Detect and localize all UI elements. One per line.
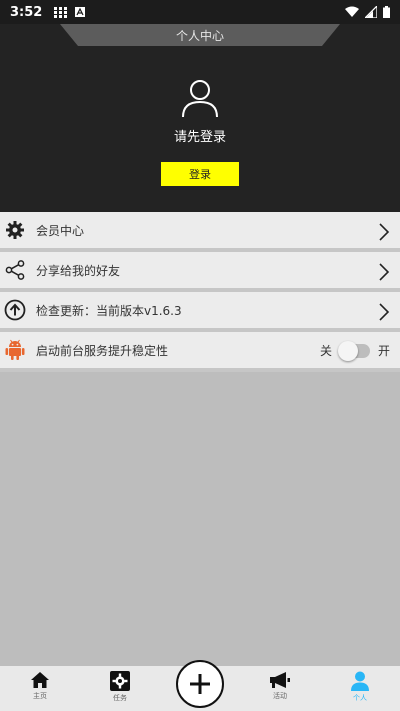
status-bar: 3:52	[0, 0, 400, 24]
toggle-knob	[337, 340, 358, 361]
battery-icon	[383, 6, 390, 18]
menu-item-share[interactable]: 分享给我的好友	[0, 252, 400, 292]
nav-label: 任务	[113, 694, 127, 702]
nav-label: 主页	[33, 692, 47, 700]
nav-label: 活动	[273, 692, 287, 700]
foreground-service-toggle[interactable]	[337, 340, 370, 361]
wifi-icon	[345, 6, 359, 17]
menu-item-check-update[interactable]: 检查更新：当前版本v1.6.3	[0, 292, 400, 332]
menu-item-foreground-service: 启动前台服务提升稳定性 关 开	[0, 332, 400, 372]
page-title: 个人中心	[175, 29, 224, 43]
chevron-right-icon	[379, 303, 390, 321]
share-icon	[4, 259, 26, 281]
notification-icons	[54, 6, 86, 18]
home-icon	[31, 672, 49, 688]
toggle-off-label: 关	[319, 344, 332, 358]
settings-menu: 会员中心 分享给我的好友 检查更新：当前版本v1.6.3 启动前台服务提升稳定性…	[0, 212, 400, 372]
login-prompt: 请先登录	[173, 130, 226, 145]
upload-circle-icon	[4, 299, 26, 321]
title-tab: 个人中心	[60, 24, 340, 46]
nav-item-profile[interactable]: 个人	[320, 666, 400, 711]
nav-item-activity[interactable]: 活动	[240, 666, 320, 711]
login-button[interactable]: 登录	[161, 162, 239, 186]
task-gear-icon	[110, 671, 130, 691]
chevron-right-icon	[379, 223, 390, 241]
toggle-on-label: 开	[377, 344, 390, 358]
nav-label: 个人	[353, 694, 367, 702]
nav-item-task[interactable]: 任务	[80, 666, 160, 711]
signal-icon	[365, 6, 377, 18]
menu-item-label: 检查更新：当前版本v1.6.3	[36, 303, 182, 318]
system-icons	[345, 6, 390, 18]
nav-item-home[interactable]: 主页	[0, 666, 80, 711]
menu-item-label: 启动前台服务提升稳定性	[36, 343, 169, 358]
menu-item-member-center[interactable]: 会员中心	[0, 212, 400, 252]
grid-icon	[54, 6, 68, 18]
chevron-right-icon	[379, 263, 390, 281]
foreground-service-toggle-group: 关 开	[319, 340, 390, 361]
menu-item-label: 会员中心	[36, 223, 85, 238]
android-icon	[4, 339, 26, 361]
app-screen: 3:52 个人中心 请先登录 登录 会员中心 分享给我的好友 检查更新：当前版本…	[0, 0, 400, 711]
person-icon	[351, 671, 369, 691]
menu-item-label: 分享给我的好友	[36, 263, 121, 278]
profile-header: 个人中心 请先登录 登录	[0, 24, 400, 212]
status-time: 3:52	[10, 4, 43, 20]
plus-icon	[190, 674, 210, 694]
a-icon	[75, 7, 86, 17]
add-button[interactable]	[176, 660, 224, 708]
megaphone-icon	[270, 672, 290, 688]
gear-icon	[4, 219, 26, 241]
avatar-icon[interactable]	[180, 78, 220, 118]
